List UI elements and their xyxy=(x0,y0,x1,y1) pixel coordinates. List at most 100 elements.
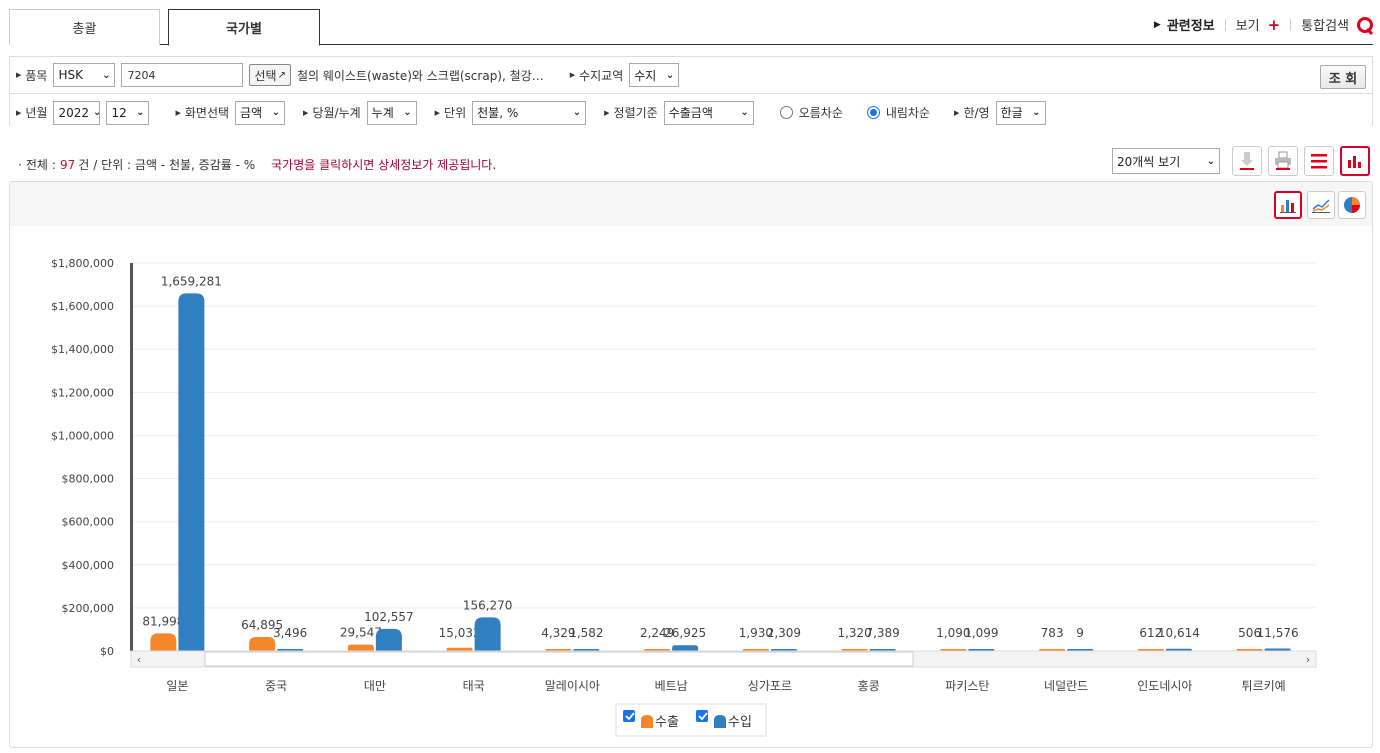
bar-export[interactable] xyxy=(347,644,374,651)
y-tick-label: $600,000 xyxy=(62,516,115,529)
filter-panel: ▶ 품목 HSK ⌄ 7204 선택 ↗ 철의 웨이스트(waste)와 스크랩(sc… xyxy=(9,56,1373,131)
chart-view-button[interactable] xyxy=(1340,146,1370,176)
x-tick-label[interactable]: 홍콩 xyxy=(858,679,880,693)
x-tick-label[interactable]: 파키스탄 xyxy=(945,679,989,693)
sort-ascending-radio[interactable]: 오름차순 xyxy=(779,104,843,121)
tab-summary[interactable]: 총괄 xyxy=(9,9,160,45)
hint-text: 국가명을 클릭하시면 상세정보가 제공됩니다. xyxy=(271,158,497,172)
related-info-link[interactable]: 관련정보 xyxy=(1167,15,1215,34)
download-button[interactable] xyxy=(1232,146,1262,176)
data-label-import: 1,659,281 xyxy=(161,274,222,288)
bullet-icon: · xyxy=(18,157,22,172)
bar-export[interactable] xyxy=(249,637,276,651)
divider xyxy=(1224,18,1226,31)
filter-row-options: ▶ 년월 2022 ⌄ 12 ⌄ ▶ 화면선택 금액 ⌄ ▶ 당월/누계 누계 ⌄ ▶ 단위 천… xyxy=(10,94,1372,131)
trade-select[interactable]: 수지 ⌄ xyxy=(629,63,680,87)
data-label-export: 81,998 xyxy=(142,614,184,628)
page-size-select[interactable]: 20개씩 보기 ⌄ xyxy=(1112,148,1220,174)
unit-label: ▶ 단위 xyxy=(434,106,467,120)
bar-chart-button[interactable] xyxy=(1274,191,1302,219)
y-tick-label: $1,200,000 xyxy=(51,386,114,399)
x-tick-label[interactable]: 싱가포르 xyxy=(748,679,792,693)
triangle-right-icon: ▶ xyxy=(569,71,576,79)
scroll-left-icon[interactable]: ‹ xyxy=(137,653,141,666)
triangle-right-icon: ▶ xyxy=(303,108,309,117)
y-axis-line xyxy=(130,263,133,651)
bar-chart-icon xyxy=(1348,156,1361,168)
chevron-down-icon: ⌄ xyxy=(93,107,102,118)
total-count: 97 xyxy=(59,157,76,172)
legend-import[interactable]: 수입 xyxy=(728,715,752,730)
bar-export[interactable] xyxy=(150,633,177,651)
scroll-right-icon[interactable]: › xyxy=(1306,653,1310,666)
result-summary: · 전체 : 97 건 / 단위 : 금액 - 천불, 증감률 - % 국가명을… xyxy=(18,157,497,173)
y-tick-label: $400,000 xyxy=(62,559,115,572)
line-chart-icon xyxy=(1312,199,1330,213)
year-select[interactable]: 2022 ⌄ xyxy=(53,100,102,125)
legend-swatch xyxy=(641,715,653,728)
triangle-right-icon: ▶ xyxy=(175,108,181,117)
line-chart-button[interactable] xyxy=(1307,191,1335,219)
chevron-down-icon: ⌄ xyxy=(136,107,145,118)
bar-import[interactable] xyxy=(375,628,402,651)
list-view-button[interactable] xyxy=(1304,146,1334,176)
data-label-import: 10,614 xyxy=(1158,626,1200,640)
period-select[interactable]: 누계 ⌄ xyxy=(366,100,417,125)
triangle-right-icon: ▶ xyxy=(1153,19,1161,30)
list-icon xyxy=(1311,154,1327,169)
y-tick-label: $1,800,000 xyxy=(51,257,114,270)
bar-import[interactable] xyxy=(178,293,205,651)
plus-icon[interactable]: + xyxy=(1268,16,1281,34)
query-button[interactable]: 조 회 xyxy=(1320,65,1366,89)
triangle-right-icon: ▶ xyxy=(16,108,22,117)
y-tick-label: $800,000 xyxy=(62,473,115,486)
data-label-import: 7,389 xyxy=(865,626,899,640)
x-tick-label[interactable]: 네덜란드 xyxy=(1044,679,1088,693)
print-button[interactable] xyxy=(1268,146,1298,176)
x-tick-label[interactable]: 베트남 xyxy=(655,679,688,693)
printer-icon xyxy=(1275,151,1291,170)
bar-import[interactable] xyxy=(474,617,501,651)
sort-select[interactable]: 수출금액 ⌄ xyxy=(663,100,754,125)
pie-chart-button[interactable] xyxy=(1338,191,1366,219)
unit-select[interactable]: 천불, % ⌄ xyxy=(472,100,587,125)
triangle-right-icon: ▶ xyxy=(16,71,22,79)
data-label-export: 15,032 xyxy=(439,626,481,640)
item-type-select[interactable]: HSK ⌄ xyxy=(53,63,116,87)
integrated-search-link[interactable]: 통합검색 xyxy=(1301,15,1349,34)
scrollbar-thumb[interactable] xyxy=(204,651,914,667)
bar-chart: $0 $200,000 $400,000 $600,000 $800,000 $1,000… xyxy=(51,257,1317,737)
y-tick-label: $0 xyxy=(100,645,114,658)
x-tick-label[interactable]: 일본 xyxy=(166,679,188,693)
tab-by-country[interactable]: 국가별 xyxy=(168,9,320,46)
pie-chart-icon xyxy=(1344,197,1360,213)
data-label-import: 2,309 xyxy=(767,626,801,640)
top-links: ▶ 관련정보 보기 + 통합검색 xyxy=(1154,15,1373,34)
x-tick-label[interactable]: 중국 xyxy=(265,679,287,693)
search-icon[interactable] xyxy=(1357,16,1373,33)
month-select[interactable]: 12 ⌄ xyxy=(106,100,150,125)
chevron-down-icon: ⌄ xyxy=(271,107,281,118)
select-item-button[interactable]: 선택 ↗ xyxy=(249,64,291,86)
year-month-label: ▶ 년월 xyxy=(16,106,48,120)
bar-chart-icon xyxy=(1280,200,1296,213)
view-tools: 20개씩 보기 ⌄ xyxy=(1112,146,1370,176)
y-tick-label: $1,000,000 xyxy=(51,429,114,442)
y-tick-label: $200,000 xyxy=(62,602,115,615)
x-tick-label[interactable]: 인도네시아 xyxy=(1137,679,1192,693)
x-tick-label[interactable]: 대만 xyxy=(364,679,386,693)
item-code-input[interactable]: 7204 xyxy=(121,63,244,87)
bar-import[interactable] xyxy=(672,645,699,651)
download-icon xyxy=(1240,152,1254,170)
data-label-import: 156,270 xyxy=(463,598,513,612)
screen-select[interactable]: 금액 ⌄ xyxy=(235,100,286,125)
period-label: ▶ 당월/누계 xyxy=(303,106,361,120)
view-link[interactable]: 보기 xyxy=(1236,15,1260,34)
language-select[interactable]: 한글 ⌄ xyxy=(995,100,1046,125)
legend-export[interactable]: 수출 xyxy=(655,715,679,730)
x-tick-label[interactable]: 말레이시아 xyxy=(545,679,600,693)
unit-description: / 단위 : 금액 - 천불, 증감률 - % xyxy=(93,158,256,172)
sort-descending-radio[interactable]: 내림차순 xyxy=(866,104,930,121)
x-tick-label[interactable]: 튀르키예 xyxy=(1242,679,1286,693)
x-tick-label[interactable]: 태국 xyxy=(463,679,485,693)
